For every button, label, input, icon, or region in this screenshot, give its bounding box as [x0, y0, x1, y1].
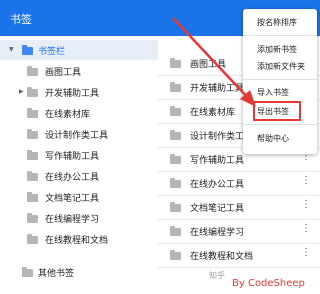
folder-icon	[27, 171, 38, 181]
list-item-label: 在线办公工具	[190, 180, 245, 190]
menu-divider	[243, 79, 317, 80]
folder-icon	[170, 130, 181, 140]
folder-icon	[27, 87, 38, 97]
more-options-icon[interactable]: ⋮	[301, 224, 311, 234]
folder-icon	[22, 267, 33, 277]
more-options-icon[interactable]: ⋮	[301, 200, 311, 210]
list-item[interactable]: 在线教程和文档 ⋮	[158, 243, 320, 268]
folder-icon	[27, 108, 38, 118]
menu-divider	[243, 35, 317, 36]
menu-item-add-bookmark[interactable]: 添加新书签	[257, 44, 297, 55]
folder-icon	[22, 45, 33, 55]
menu-divider	[243, 124, 317, 125]
list-item-label: 开发辅助工具	[190, 84, 245, 94]
tree-item-label: 书签栏	[38, 47, 66, 57]
tree-item[interactable]: 写作辅助工具	[0, 145, 158, 165]
folder-icon	[170, 154, 181, 164]
folder-tree: ▼ 书签栏 画图工具 ▶ 开发辅助工具 在线素材库 设计制作类工具 写作辅助工具…	[0, 36, 158, 294]
tree-item-label: 其他书签	[38, 269, 75, 279]
list-item-label: 在线教程和文档	[190, 252, 254, 262]
menu-item-help-center[interactable]: 帮助中心	[257, 133, 289, 144]
tree-item[interactable]: ▶ 开发辅助工具	[0, 82, 158, 102]
app-title: 书签	[10, 13, 32, 26]
tree-item[interactable]: 画图工具	[0, 61, 158, 81]
tree-item[interactable]: 设计制作类工具	[0, 124, 158, 144]
tree-item[interactable]: 在线编程学习	[0, 208, 158, 228]
tree-item[interactable]: 文档笔记工具	[0, 187, 158, 207]
options-menu: 按名称排序 添加新书签 添加新文件夹 导入书签 导出书签 帮助中心	[243, 9, 317, 154]
folder-icon	[170, 106, 181, 116]
caret-right-icon[interactable]: ▶	[19, 88, 24, 96]
menu-item-import-bookmarks[interactable]: 导入书签	[257, 87, 289, 98]
folder-icon	[170, 82, 181, 92]
export-highlight-box	[253, 101, 301, 121]
folder-icon	[170, 58, 181, 68]
tree-item-label: 写作辅助工具	[45, 152, 100, 162]
list-item-label: 在线编程学习	[190, 228, 245, 238]
tree-item-label: 开发辅助工具	[45, 89, 100, 99]
folder-icon	[170, 178, 181, 188]
folder-icon	[27, 150, 38, 160]
tree-item-label: 在线编程学习	[45, 215, 100, 225]
folder-icon	[27, 192, 38, 202]
list-item[interactable]: 文档笔记工具 ⋮	[158, 195, 320, 220]
tree-item-label: 文档笔记工具	[45, 194, 100, 204]
tree-item-label: 设计制作类工具	[45, 131, 109, 141]
menu-item-add-folder[interactable]: 添加新文件夹	[257, 61, 305, 72]
tree-item-label: 在线教程和文档	[45, 236, 109, 246]
list-item[interactable]: 在线编程学习 ⋮	[158, 219, 320, 244]
watermark: 知乎	[209, 271, 225, 280]
list-item[interactable]: 在线办公工具 ⋮	[158, 171, 320, 196]
tree-item-other-bookmarks[interactable]: 其他书签	[0, 262, 158, 282]
list-item-label: 画图工具	[190, 60, 227, 70]
folder-icon	[170, 202, 181, 212]
folder-icon	[170, 226, 181, 236]
list-item-label: 写作辅助工具	[190, 156, 245, 166]
author-signature: By CodeSheep	[232, 278, 305, 289]
folder-icon	[170, 250, 181, 260]
more-options-icon[interactable]: ⋮	[301, 176, 311, 186]
folder-icon	[27, 234, 38, 244]
more-options-icon[interactable]: ⋮	[301, 248, 311, 258]
caret-down-icon[interactable]: ▼	[9, 46, 14, 54]
list-item-label: 文档笔记工具	[190, 204, 245, 214]
folder-icon	[27, 129, 38, 139]
tree-item-label: 在线素材库	[45, 110, 91, 120]
tree-item-label: 在线办公工具	[45, 173, 100, 183]
list-item-label: 在线素材库	[190, 108, 236, 118]
tree-item[interactable]: 在线素材库	[0, 103, 158, 123]
tree-item[interactable]: 在线办公工具	[0, 166, 158, 186]
tree-item-label: 画图工具	[45, 68, 82, 78]
folder-icon	[27, 66, 38, 76]
folder-icon	[27, 213, 38, 223]
tree-item-bookmarks-bar[interactable]: ▼ 书签栏	[0, 40, 158, 60]
tree-item[interactable]: 在线教程和文档	[0, 229, 158, 249]
menu-item-sort-by-name[interactable]: 按名称排序	[257, 17, 297, 28]
